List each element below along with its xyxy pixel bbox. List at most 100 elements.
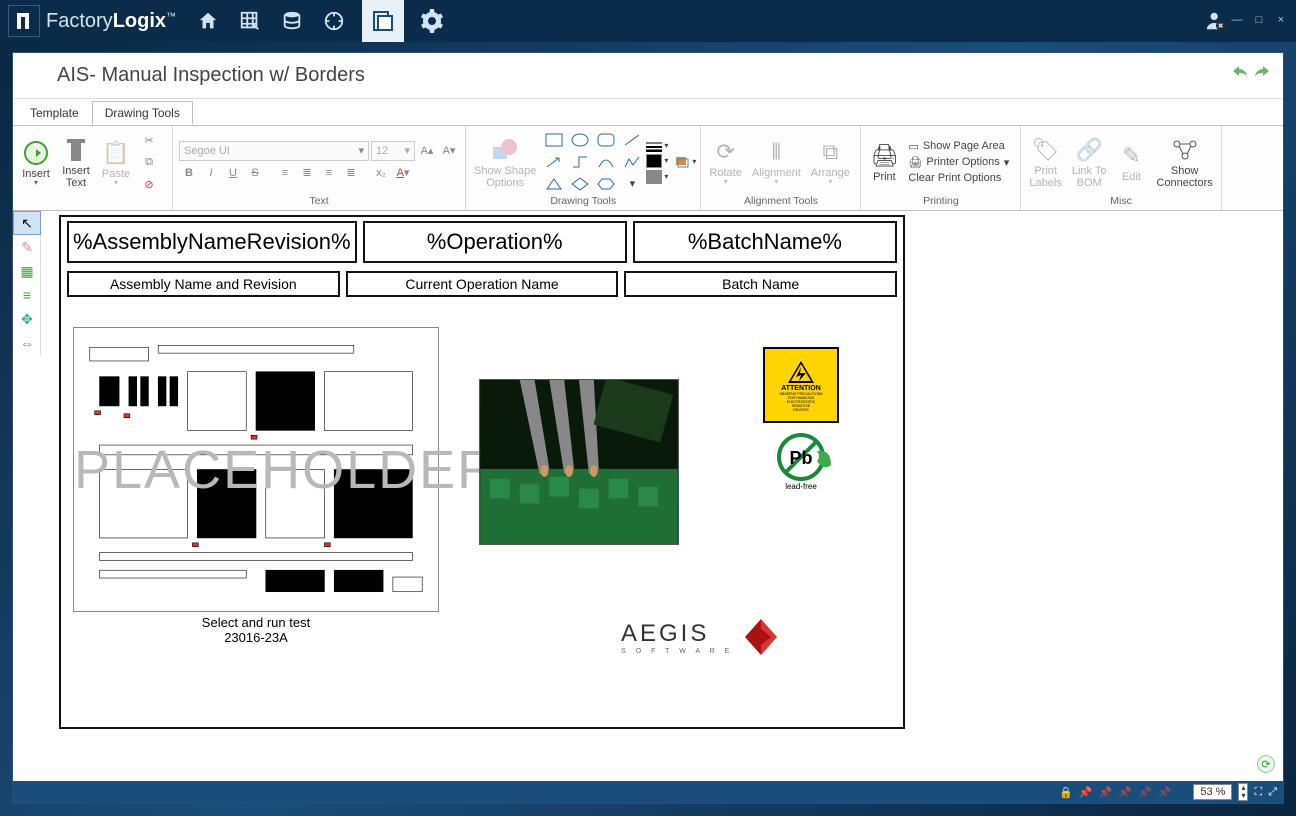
fill-color-picker[interactable]: ▾ (646, 154, 668, 168)
italic-icon[interactable]: I (201, 163, 221, 183)
status-pin1-icon[interactable]: 📌 (1079, 786, 1093, 799)
lead-free-badge[interactable]: Pb lead-free (773, 431, 835, 493)
eraser-tool[interactable]: ✎ (13, 235, 41, 259)
redo-button[interactable] (1253, 61, 1273, 77)
pcb-schematic-icon (80, 334, 432, 605)
shape-diamond[interactable] (568, 174, 592, 194)
connectors-icon (1171, 135, 1199, 165)
subscript-icon[interactable]: x₂ (371, 163, 391, 183)
underline-icon[interactable]: U (223, 163, 243, 183)
clear-print-options[interactable]: Clear Print Options (905, 171, 1012, 185)
pointer-tool[interactable]: ↖ (13, 211, 41, 235)
delete-icon[interactable]: ⊘ (139, 174, 159, 194)
header-operation[interactable]: %Operation% (363, 221, 627, 263)
font-family-select[interactable]: Segoe UI▾ (179, 141, 369, 161)
zoom-level[interactable]: 53 % (1193, 784, 1232, 800)
app-logo (8, 5, 40, 37)
esd-attention-sign[interactable]: ATTENTION OBSERVE PRECAUTIONSFOR HANDLIN… (763, 347, 839, 423)
printer-gear-icon: 🖨 (908, 156, 922, 169)
pan-tool[interactable]: ⇔ (13, 331, 41, 355)
zoom-expand-icon[interactable]: ⤢ (1268, 786, 1277, 799)
maximize-button[interactable]: □ (1252, 14, 1266, 28)
title-bar: FactoryLogix™ — □ × (0, 0, 1296, 42)
font-color-icon[interactable]: A▾ (393, 163, 413, 183)
insert-button[interactable]: Insert▾ (17, 136, 55, 189)
subheader-assembly[interactable]: Assembly Name and Revision (67, 271, 340, 297)
header-batch[interactable]: %BatchName% (633, 221, 897, 263)
link-bom-button: 🔗Link To BOM (1068, 133, 1111, 191)
show-page-area[interactable]: ▭Show Page Area (905, 139, 1012, 154)
printer-options[interactable]: 🖨Printer Options ▾ (905, 155, 1012, 170)
insert-text-button[interactable]: Insert Text (57, 133, 95, 191)
status-bar: 🔒 📌 📌 📌 📌 📌 53 % ▴▾ ⛶ ⤢ (13, 781, 1283, 803)
status-lock-icon[interactable]: 🔒 (1059, 786, 1073, 799)
paste-button: 📋 Paste▾ (97, 136, 135, 189)
template-page[interactable]: %AssemblyNameRevision% %Operation% %Batc… (59, 215, 905, 729)
database-icon[interactable] (278, 7, 306, 35)
target-icon[interactable] (320, 7, 348, 35)
status-pin4-icon[interactable]: 📌 (1138, 786, 1152, 799)
line-style-picker[interactable]: ▾ (646, 140, 668, 152)
grid-edit-icon[interactable] (236, 7, 264, 35)
move-tool[interactable]: ✥ (13, 307, 41, 331)
status-pin3-icon[interactable]: 📌 (1118, 786, 1132, 799)
drawing-group-label: Drawing Tools (470, 195, 696, 210)
tab-template[interactable]: Template (17, 101, 92, 125)
edit-button: ✎Edit (1113, 139, 1151, 185)
shape-line[interactable] (620, 130, 644, 150)
align-center-icon[interactable]: ≣ (297, 163, 317, 183)
bold-icon[interactable]: B (179, 163, 199, 183)
font-size-select[interactable]: 12▾ (371, 141, 415, 161)
inspection-photo[interactable] (479, 379, 679, 545)
shape-polyline[interactable] (620, 152, 644, 172)
main-window: AIS- Manual Inspection w/ Borders Templa… (12, 52, 1284, 804)
print-group-label: Printing (865, 195, 1016, 210)
align-left-icon[interactable]: ≡ (275, 163, 295, 183)
status-pin2-icon[interactable]: 📌 (1099, 786, 1113, 799)
show-connectors-button[interactable]: Show Connectors (1153, 133, 1217, 191)
zoom-fit-icon[interactable]: ⛶ (1254, 786, 1262, 799)
undo-button[interactable] (1231, 61, 1251, 77)
subheader-operation[interactable]: Current Operation Name (346, 271, 619, 297)
shape-rect[interactable] (542, 130, 566, 150)
header-assembly[interactable]: %AssemblyNameRevision% (67, 221, 357, 263)
strike-icon[interactable]: S (245, 163, 265, 183)
user-account-icon[interactable] (1202, 7, 1230, 35)
border-color-picker[interactable]: ▾ (646, 170, 668, 184)
zoom-stepper[interactable]: ▴▾ (1238, 783, 1248, 801)
home-icon[interactable] (194, 7, 222, 35)
grid-tool[interactable]: ▦ (13, 259, 41, 283)
print-button[interactable]: 🖨Print (865, 139, 903, 185)
shape-curve[interactable] (594, 152, 618, 172)
levels-tool[interactable]: ≡ (13, 283, 41, 307)
aegis-mark-icon (741, 617, 781, 657)
tab-drawing-tools[interactable]: Drawing Tools (92, 101, 193, 125)
aegis-logo[interactable]: AEGIS S O F T W A R E (621, 617, 851, 657)
shape-more[interactable]: ▾ (620, 174, 644, 194)
document-view-icon[interactable] (362, 0, 404, 42)
shape-arrow[interactable] (542, 152, 566, 172)
shape-hex[interactable] (594, 174, 618, 194)
pcb-placeholder[interactable]: PLACEHOLDER (73, 327, 439, 612)
minimize-button[interactable]: — (1230, 14, 1244, 28)
shape-rounded[interactable] (594, 130, 618, 150)
svg-text:lead-free: lead-free (785, 482, 817, 491)
refresh-button[interactable]: ⟳ (1257, 755, 1275, 773)
justify-icon[interactable]: ≣ (341, 163, 361, 183)
align-right-icon[interactable]: ≡ (319, 163, 339, 183)
status-pin5-icon[interactable]: 📌 (1158, 786, 1172, 799)
shape-ellipse[interactable] (568, 130, 592, 150)
close-button[interactable]: × (1274, 14, 1288, 28)
shrink-font-icon[interactable]: A▾ (439, 141, 459, 161)
canvas-scroll[interactable]: %AssemblyNameRevision% %Operation% %Batc… (41, 211, 1283, 777)
ribbon-tabs: Template Drawing Tools (13, 99, 1283, 125)
canvas-area: ↖ ✎ ▦ ≡ ✥ ⇔ %AssemblyNameRevision% %Oper… (13, 211, 1283, 803)
shape-connector[interactable] (568, 152, 592, 172)
settings-icon[interactable] (418, 7, 446, 35)
grow-font-icon[interactable]: A▴ (417, 141, 437, 161)
subheader-batch[interactable]: Batch Name (624, 271, 897, 297)
shape-triangle[interactable] (542, 174, 566, 194)
arrange-button: ⧉Arrange▾ (807, 135, 854, 188)
effect-picker[interactable]: ▾ (674, 155, 696, 169)
edit-icon: ✎ (1122, 141, 1140, 171)
